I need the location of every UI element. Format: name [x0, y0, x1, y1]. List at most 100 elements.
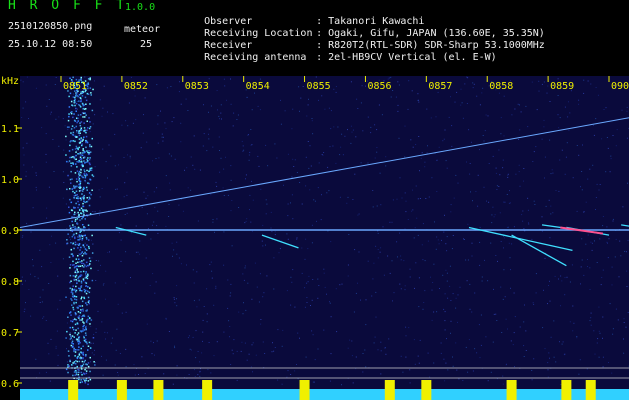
noise-speck [347, 196, 349, 198]
noise-speck [193, 282, 195, 284]
noise-band-speck [86, 310, 88, 312]
noise-band-speck [91, 279, 94, 282]
noise-speck [352, 382, 354, 384]
noise-speck [450, 332, 451, 334]
noise-band-speck [73, 195, 76, 197]
noise-speck [120, 260, 122, 262]
noise-band-speck [85, 363, 87, 365]
noise-speck [409, 369, 411, 371]
noise-speck [94, 166, 96, 168]
noise-speck [246, 218, 248, 220]
noise-speck [416, 217, 418, 219]
noise-speck [419, 170, 420, 172]
noise-band-speck [68, 115, 70, 118]
noise-speck [307, 281, 309, 283]
noise-speck [260, 323, 262, 325]
noise-band-speck [78, 369, 80, 371]
noise-band-speck [85, 282, 88, 284]
noise-speck [233, 339, 235, 341]
noise-speck [293, 166, 295, 167]
noise-speck [385, 156, 387, 158]
noise-speck [223, 264, 225, 266]
noise-band-speck [81, 305, 84, 307]
noise-band-speck [87, 296, 90, 299]
noise-speck [330, 241, 332, 243]
noise-band-speck [81, 193, 83, 195]
noise-speck [23, 164, 25, 166]
noise-speck [75, 150, 77, 152]
noise-speck [392, 90, 394, 91]
noise-band-speck [81, 296, 83, 298]
noise-band-speck [70, 128, 73, 130]
noise-speck [329, 301, 330, 303]
noise-band-speck [85, 379, 87, 381]
noise-speck [66, 322, 68, 324]
noise-speck [41, 266, 43, 268]
noise-speck [26, 222, 28, 224]
noise-band-speck [81, 196, 83, 199]
noise-speck [446, 338, 447, 340]
noise-band-speck [87, 127, 89, 129]
noise-band-speck [65, 154, 67, 156]
noise-speck [440, 352, 442, 354]
noise-speck [150, 340, 152, 342]
noise-band-speck [82, 321, 84, 323]
noise-speck [140, 147, 142, 149]
noise-speck [467, 371, 469, 373]
noise-speck [37, 277, 39, 279]
noise-speck [25, 101, 27, 103]
noise-speck [552, 172, 554, 174]
noise-speck [502, 383, 504, 385]
noise-band-speck [76, 360, 79, 363]
noise-band-speck [74, 289, 76, 291]
noise-speck [564, 294, 566, 296]
noise-band-speck [68, 211, 71, 214]
noise-band-speck [77, 236, 79, 238]
noise-speck [62, 118, 64, 120]
noise-speck [32, 265, 34, 267]
noise-speck [616, 129, 618, 131]
noise-speck [491, 222, 493, 224]
noise-band-speck [76, 197, 78, 199]
noise-band-speck [84, 176, 87, 179]
noise-speck [259, 78, 261, 80]
noise-speck [278, 252, 280, 254]
noise-speck [152, 273, 154, 275]
noise-speck [580, 283, 581, 285]
noise-speck [202, 319, 204, 321]
noise-speck [202, 145, 204, 147]
noise-speck [22, 81, 24, 83]
noise-band-speck [75, 107, 77, 110]
noise-band-speck [88, 300, 90, 302]
noise-band-speck [77, 316, 80, 319]
noise-speck [549, 139, 551, 141]
noise-speck [571, 264, 573, 266]
noise-speck [335, 86, 337, 87]
noise-speck [64, 125, 66, 127]
noise-speck [337, 126, 339, 128]
noise-speck [231, 200, 233, 201]
noise-speck [174, 302, 176, 304]
noise-band-speck [86, 189, 88, 191]
noise-band-speck [72, 308, 75, 311]
noise-speck [559, 341, 560, 343]
noise-speck [247, 134, 249, 136]
noise-speck [333, 88, 335, 90]
noise-speck [109, 251, 110, 253]
noise-band-speck [77, 373, 80, 376]
noise-band-speck [78, 134, 81, 137]
noise-speck [28, 118, 29, 119]
noise-band-speck [79, 156, 82, 158]
noise-band-speck [76, 130, 78, 132]
noise-speck [196, 306, 198, 308]
noise-speck [318, 285, 320, 286]
noise-band-speck [85, 321, 88, 323]
noise-band-speck [87, 286, 89, 288]
noise-band-speck [78, 346, 80, 348]
noise-speck [121, 124, 123, 126]
noise-band-speck [74, 211, 76, 214]
noise-speck [572, 305, 574, 307]
noise-speck [170, 86, 172, 87]
noise-band-speck [85, 236, 88, 239]
noise-speck [482, 135, 484, 136]
